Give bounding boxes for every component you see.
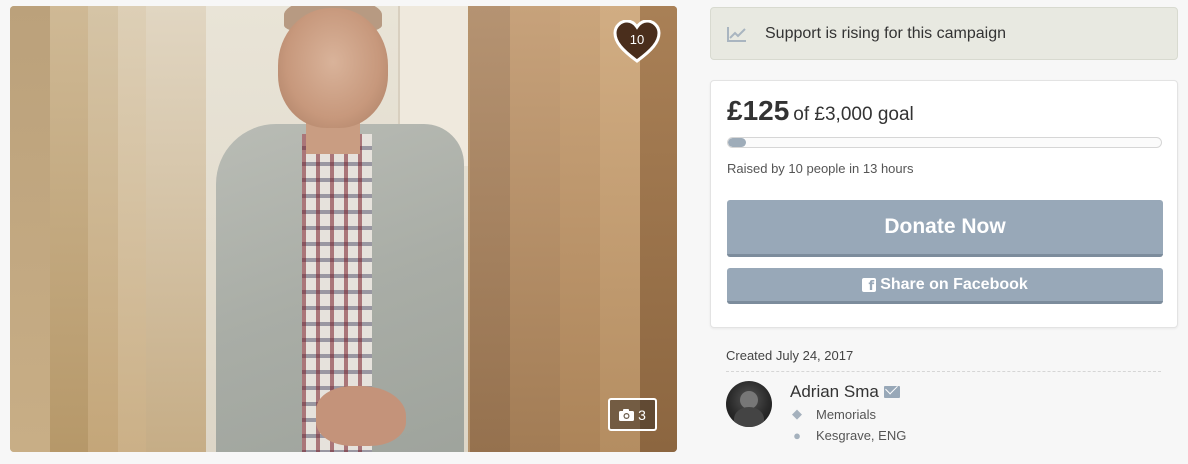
share-facebook-label: Share on Facebook <box>880 275 1028 293</box>
raised-by-text: Raised by 10 people in 13 hours <box>727 161 914 176</box>
donate-now-button[interactable]: Donate Now <box>727 200 1163 257</box>
location-pin-icon: ● <box>793 428 801 443</box>
rising-banner: Support is rising for this campaign <box>710 7 1178 60</box>
organizer-avatar[interactable] <box>726 381 772 427</box>
organizer-name[interactable]: Adrian Sma <box>790 382 879 402</box>
photo-count: 3 <box>638 406 646 423</box>
photo-subject <box>206 6 468 452</box>
category-row: ◆ Memorials <box>790 406 876 422</box>
photo-gallery-button[interactable]: 3 <box>608 398 657 431</box>
location-text: Kesgrave, ENG <box>816 428 907 443</box>
heart-count: 10 <box>629 32 645 47</box>
organizer: Adrian Sma <box>790 382 900 402</box>
donation-card: £125 of £3,000 goal Raised by 10 people i… <box>710 80 1178 328</box>
heart-button[interactable]: 10 <box>613 20 661 64</box>
rising-text: Support is rising for this campaign <box>765 24 1006 42</box>
tag-icon: ◆ <box>792 406 802 421</box>
share-facebook-button[interactable]: Share on Facebook <box>727 268 1163 304</box>
progress-fill <box>728 138 747 147</box>
mail-icon[interactable] <box>883 386 900 398</box>
amount-line: £125 of £3,000 goal <box>727 95 914 127</box>
progress-bar <box>727 137 1162 148</box>
location-row: ● Kesgrave, ENG <box>790 428 906 443</box>
raised-amount: £125 <box>727 95 790 126</box>
goal-amount: of £3,000 goal <box>793 104 914 125</box>
camera-icon <box>619 408 635 421</box>
trending-chart-icon <box>727 26 746 42</box>
campaign-photo[interactable]: 10 3 <box>10 6 677 452</box>
created-date: Created July 24, 2017 <box>726 348 854 363</box>
divider <box>726 371 1161 372</box>
category-link[interactable]: Memorials <box>816 407 876 422</box>
facebook-icon <box>862 277 877 294</box>
